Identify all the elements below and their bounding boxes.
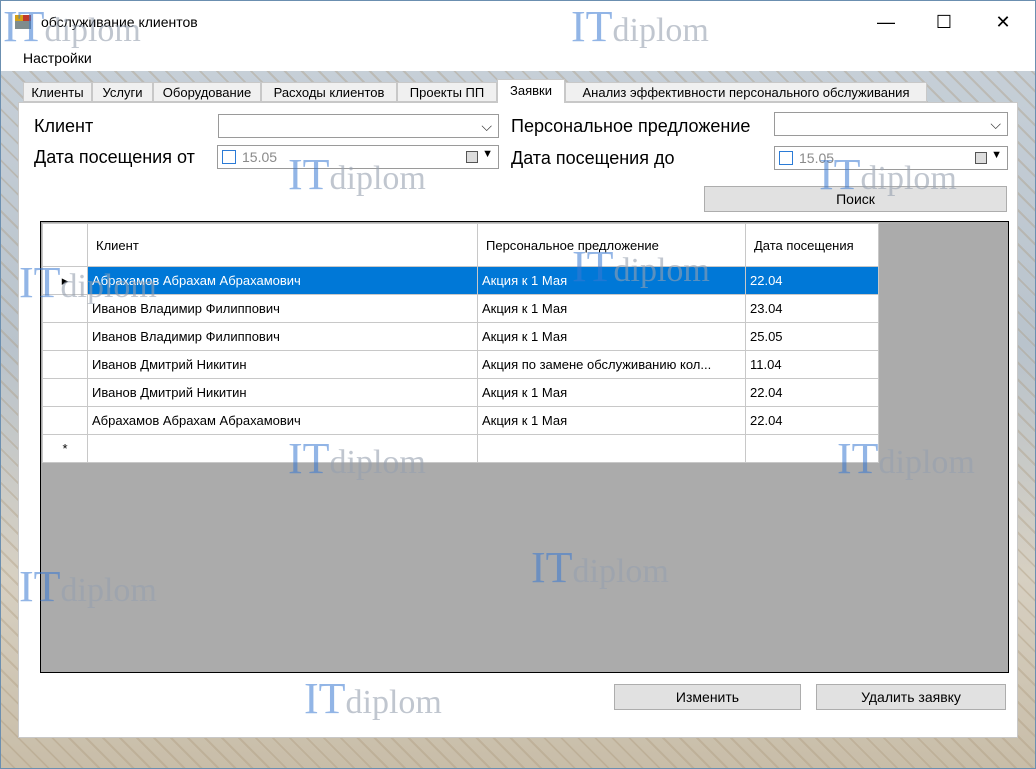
date-from-checkbox[interactable] — [222, 150, 236, 164]
requests-grid[interactable]: Клиент Персональное предложение Дата пос… — [40, 221, 1009, 673]
cell-offer[interactable]: Акция к 1 Мая — [477, 322, 746, 351]
table-row[interactable]: Иванов Владимир Филиппович Акция к 1 Мая… — [42, 322, 879, 351]
row-header[interactable] — [42, 350, 88, 379]
row-header[interactable] — [42, 378, 88, 407]
cell-offer[interactable] — [477, 434, 746, 463]
cell-offer[interactable]: Акция к 1 Мая — [477, 294, 746, 323]
cell-date[interactable]: 22.04 — [745, 266, 879, 295]
cell-date[interactable]: 22.04 — [745, 378, 879, 407]
edit-button[interactable]: Изменить — [614, 684, 801, 710]
table-row[interactable]: Иванов Дмитрий Никитин Акция к 1 Мая 22.… — [42, 378, 879, 407]
date-to-label: Дата посещения до — [511, 148, 675, 168]
chevron-down-icon: ⌵ — [990, 116, 1001, 132]
date-from-picker[interactable]: 15.05 ▼ — [217, 145, 499, 169]
table-row[interactable]: Иванов Дмитрий Никитин Акция по замене о… — [42, 350, 879, 379]
cell-offer[interactable]: Акция к 1 Мая — [477, 266, 746, 295]
cell-client[interactable]: Абрахамов Абрахам Абрахамович — [87, 266, 478, 295]
date-from-value: 15.05 — [242, 149, 278, 165]
date-from-label: Дата посещения от — [34, 147, 195, 167]
cell-offer[interactable]: Акция к 1 Мая — [477, 378, 746, 407]
tab-requests[interactable]: Заявки — [497, 79, 565, 103]
table-row[interactable]: Абрахамов Абрахам Абрахамович Акция к 1 … — [42, 406, 879, 435]
cell-date[interactable] — [745, 434, 879, 463]
tab-pp-projects[interactable]: Проекты ПП — [397, 82, 497, 102]
window-title: обслуживание клиентов — [41, 14, 198, 30]
cell-offer[interactable]: Акция к 1 Мая — [477, 406, 746, 435]
title-bar[interactable]: обслуживание клиентов — ☐ ✕ — [1, 1, 1035, 43]
row-header[interactable] — [42, 294, 88, 323]
table-row[interactable]: ▸ Абрахамов Абрахам Абрахамович Акция к … — [42, 266, 879, 295]
current-row-indicator[interactable]: ▸ — [42, 266, 88, 295]
close-button[interactable]: ✕ — [973, 1, 1033, 43]
row-header[interactable] — [42, 322, 88, 351]
table-row[interactable]: Иванов Владимир Филиппович Акция к 1 Мая… — [42, 294, 879, 323]
new-row[interactable]: * — [42, 434, 879, 463]
chevron-down-icon: ⌵ — [481, 118, 492, 134]
cell-client[interactable] — [87, 434, 478, 463]
dropdown-arrow-icon: ▼ — [991, 149, 1002, 161]
column-header-client[interactable]: Клиент — [87, 223, 478, 267]
calendar-icon[interactable] — [466, 151, 478, 163]
search-button[interactable]: Поиск — [704, 186, 1007, 212]
cell-date[interactable]: 11.04 — [745, 350, 879, 379]
cell-client[interactable]: Иванов Дмитрий Никитин — [87, 350, 478, 379]
tab-equipment[interactable]: Оборудование — [153, 82, 261, 102]
tab-efficiency-analysis[interactable]: Анализ эффективности персонального обслу… — [565, 82, 927, 102]
date-to-value: 15.05 — [799, 150, 835, 166]
client-combobox[interactable]: ⌵ — [218, 114, 499, 138]
calendar-icon[interactable] — [975, 152, 987, 164]
client-label: Клиент — [34, 116, 94, 136]
header-row: Клиент Персональное предложение Дата пос… — [42, 223, 879, 267]
dropdown-arrow-icon: ▼ — [482, 148, 493, 160]
cell-offer[interactable]: Акция по замене обслуживанию кол... — [477, 350, 746, 379]
column-header-offer[interactable]: Персональное предложение — [477, 223, 746, 267]
maximize-button[interactable]: ☐ — [914, 1, 974, 43]
app-window: обслуживание клиентов — ☐ ✕ Настройки Кл… — [0, 0, 1036, 769]
delete-request-button[interactable]: Удалить заявку — [816, 684, 1006, 710]
cell-client[interactable]: Абрахамов Абрахам Абрахамович — [87, 406, 478, 435]
date-to-checkbox[interactable] — [779, 151, 793, 165]
new-row-indicator[interactable]: * — [42, 434, 88, 463]
cell-client[interactable]: Иванов Владимир Филиппович — [87, 322, 478, 351]
row-header-corner — [42, 223, 88, 267]
column-header-date[interactable]: Дата посещения — [745, 223, 879, 267]
cell-date[interactable]: 23.04 — [745, 294, 879, 323]
offer-label: Персональное предложение — [511, 116, 751, 136]
cell-date[interactable]: 25.05 — [745, 322, 879, 351]
app-icon — [15, 15, 31, 29]
minimize-button[interactable]: — — [856, 1, 916, 43]
menu-bar: Настройки — [1, 43, 1035, 71]
cell-date[interactable]: 22.04 — [745, 406, 879, 435]
tab-clients[interactable]: Клиенты — [23, 82, 92, 102]
offer-combobox[interactable]: ⌵ — [774, 112, 1008, 136]
tab-services[interactable]: Услуги — [92, 82, 153, 102]
row-header[interactable] — [42, 406, 88, 435]
date-to-picker[interactable]: 15.05 ▼ — [774, 146, 1008, 170]
menu-settings[interactable]: Настройки — [23, 50, 92, 66]
tab-client-expenses[interactable]: Расходы клиентов — [261, 82, 397, 102]
cell-client[interactable]: Иванов Дмитрий Никитин — [87, 378, 478, 407]
cell-client[interactable]: Иванов Владимир Филиппович — [87, 294, 478, 323]
requests-table: Клиент Персональное предложение Дата пос… — [42, 223, 879, 463]
